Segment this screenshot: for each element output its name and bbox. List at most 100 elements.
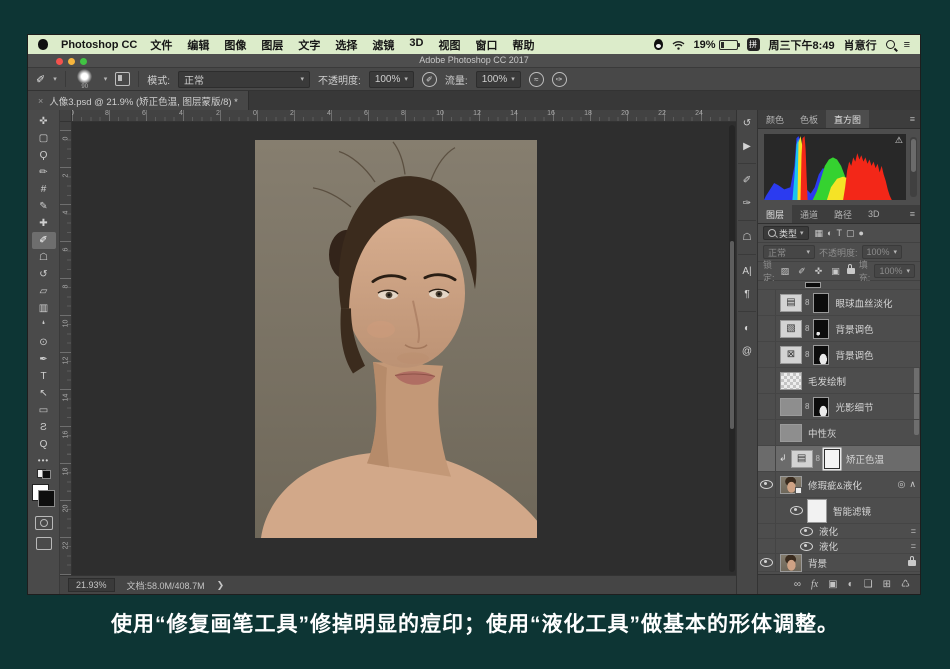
scrollbar-thumb[interactable]	[730, 241, 734, 429]
visibility-toggle[interactable]	[758, 420, 776, 445]
layer-row[interactable]: ⊠ 8 背景调色	[758, 342, 920, 368]
qq-icon[interactable]	[653, 39, 663, 50]
paragraph-panel-icon[interactable]: ¶	[739, 288, 755, 301]
layer-row[interactable]: ▧ 8 背景调色	[758, 316, 920, 342]
brush-tool[interactable]: ✐	[31, 232, 56, 249]
tool-preset-caret-icon[interactable]: ▾	[53, 75, 57, 83]
character-panel-icon[interactable]: A|	[739, 265, 755, 278]
screen-mode-icon[interactable]	[35, 537, 52, 550]
layer-mask-thumbnail[interactable]	[824, 448, 840, 469]
add-layer-mask-icon[interactable]: ▣	[828, 579, 837, 590]
history-brush-tool[interactable]: ↺	[32, 266, 56, 283]
layer-thumbnail[interactable]	[780, 371, 802, 390]
background-color-swatch[interactable]	[38, 490, 55, 507]
layer-blend-mode-select[interactable]: 正常 ▾	[763, 245, 815, 259]
crop-tool[interactable]: #	[32, 181, 56, 198]
clone-stamp-tool[interactable]: ☖	[32, 249, 56, 266]
lock-artboard-icon[interactable]: ▣	[831, 266, 840, 277]
layer-row[interactable]: 中性灰	[758, 420, 920, 446]
swap-colors-widget[interactable]	[36, 469, 51, 479]
path-selection-tool[interactable]: ↖	[32, 385, 56, 402]
eyedropper-tool[interactable]: ✎	[32, 198, 56, 215]
brush-picker-caret-icon[interactable]: ▾	[104, 75, 108, 83]
hand-tool[interactable]: Ƨ	[32, 419, 56, 436]
pressure-opacity-icon[interactable]: ✐	[421, 71, 437, 87]
airbrush-icon[interactable]: ≈	[528, 71, 544, 87]
menu-item[interactable]: 滤镜	[372, 37, 394, 53]
brush-panel-toggle-icon[interactable]	[115, 72, 131, 86]
tab-图层[interactable]: 图层	[758, 205, 793, 223]
delete-layer-icon[interactable]: ♺	[901, 579, 910, 590]
quick-mask-icon[interactable]	[34, 516, 53, 530]
menu-item[interactable]: 图层	[261, 37, 283, 53]
dodge-tool[interactable]: ⊙	[32, 334, 56, 351]
user-name[interactable]: 肖意行	[844, 37, 877, 53]
move-tool[interactable]: ✜	[32, 113, 56, 130]
current-tool-icon[interactable]: ✐	[36, 73, 45, 86]
layer-filter-select[interactable]: 类型 ▾	[763, 226, 809, 240]
layer-row[interactable]: ▤ 8 眼球血丝淡化	[758, 290, 920, 316]
filter-pixel-layers-icon[interactable]: ▦	[815, 228, 824, 239]
tab-通道[interactable]: 通道	[792, 205, 826, 223]
canvas-scrollbar[interactable]	[729, 125, 735, 572]
new-adjustment-layer-icon[interactable]: ◐	[848, 579, 854, 590]
layer-opacity-select[interactable]: 100% ▾	[861, 245, 903, 259]
zoom-level-field[interactable]: 21.93%	[68, 578, 115, 592]
actions-panel-icon[interactable]: ▶	[739, 140, 755, 153]
new-group-icon[interactable]: ❏	[864, 579, 873, 590]
panel-menu-icon[interactable]: ≡	[910, 209, 915, 219]
layer-thumbnail[interactable]	[780, 397, 802, 416]
filter-smart-objects-icon[interactable]: ●	[859, 228, 864, 238]
tab-颜色[interactable]: 颜色	[758, 110, 792, 128]
layer-row[interactable]: 8 光影细节	[758, 394, 920, 420]
fill-select[interactable]: 100% ▾	[874, 264, 915, 278]
visibility-toggle[interactable]	[758, 539, 776, 553]
marquee-tool[interactable]: ▢	[32, 130, 56, 147]
layer-effects-icon[interactable]: fx	[811, 579, 818, 590]
lock-pixels-icon[interactable]: ✐	[798, 266, 806, 277]
vertical-ruler[interactable]: 0 2 4 6 8 10 12 14 16 18 20 22	[60, 122, 72, 575]
tab-直方图[interactable]: 直方图	[826, 110, 870, 128]
layer-thumbnail[interactable]: ⊠	[780, 345, 802, 364]
layer-thumbnail[interactable]	[780, 475, 802, 494]
tab-3D[interactable]: 3D	[860, 205, 888, 223]
layer-thumbnail[interactable]: ▤	[780, 293, 802, 312]
menu-item[interactable]: 3D	[409, 37, 423, 53]
apple-menu-icon[interactable]	[38, 39, 48, 50]
filter-blend-options-icon[interactable]: =	[911, 526, 916, 536]
filter-blend-options-icon[interactable]: =	[911, 541, 916, 551]
layer-thumbnail[interactable]	[780, 423, 802, 442]
scrollbar-thumb[interactable]	[911, 139, 916, 173]
gradient-tool[interactable]: ▥	[32, 300, 56, 317]
horizontal-ruler[interactable]: 108642024681012141618202224	[72, 110, 736, 122]
spotlight-icon[interactable]	[885, 40, 895, 49]
glyphs-panel-icon[interactable]: @	[739, 345, 755, 358]
menu-item[interactable]: 窗口	[475, 37, 497, 53]
layer-thumbnail[interactable]	[780, 553, 802, 572]
document-tab[interactable]: × 人像3.psd @ 21.9% (矫正色温, 图层蒙版/8) *	[28, 91, 249, 110]
layer-row[interactable]: 智能滤镜	[758, 498, 920, 524]
document-canvas[interactable]	[72, 122, 736, 575]
layer-mask-thumbnail[interactable]	[813, 344, 830, 365]
filter-type-layers-icon[interactable]: T	[836, 228, 842, 238]
link-layers-icon[interactable]: ∞	[794, 579, 801, 590]
panel-menu-icon[interactable]: ≡	[910, 114, 915, 124]
battery-indicator[interactable]: 19%	[694, 39, 740, 51]
menu-item[interactable]: 帮助	[512, 37, 534, 53]
layer-mask-thumbnail[interactable]	[813, 292, 830, 313]
visibility-toggle[interactable]	[758, 524, 776, 538]
layer-row[interactable]: 液化 =	[758, 524, 920, 539]
smoothing-icon[interactable]: ✑	[551, 71, 567, 87]
close-document-icon[interactable]: ×	[38, 96, 43, 106]
layer-row[interactable]: ↲ ▤ 8 矫正色温	[758, 446, 920, 472]
layer-mask-thumbnail[interactable]	[813, 396, 830, 417]
visibility-toggle[interactable]	[758, 290, 776, 315]
lock-all-icon[interactable]	[846, 264, 855, 274]
panel-scrollbar[interactable]	[910, 137, 917, 197]
tab-色板[interactable]: 色板	[792, 110, 826, 128]
menu-item[interactable]: 视图	[438, 37, 460, 53]
smart-filter-icon[interactable]: ◎	[898, 479, 906, 490]
filter-adjustment-layers-icon[interactable]: ◐	[827, 228, 832, 238]
menu-item[interactable]: 文件	[150, 37, 172, 53]
histogram-warning-icon[interactable]: ⚠	[895, 135, 903, 145]
